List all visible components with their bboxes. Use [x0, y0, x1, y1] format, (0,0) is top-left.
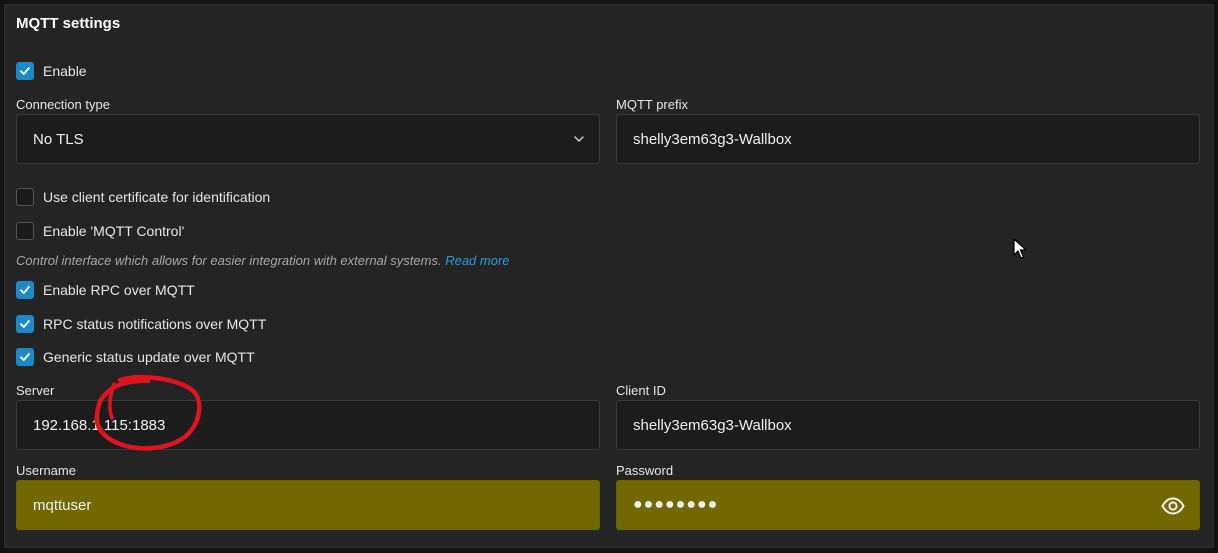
mqtt-control-hint: Control interface which allows for easie…	[16, 253, 510, 268]
username-input[interactable]: mqttuser	[16, 480, 600, 530]
checkbox-box[interactable]	[16, 348, 34, 366]
client-id-input[interactable]: shelly3em63g3-Wallbox	[616, 400, 1200, 450]
password-input[interactable]: ●●●●●●●●	[616, 480, 1200, 530]
connection-type-value: No TLS	[33, 130, 84, 148]
connection-type-label: Connection type	[16, 97, 110, 112]
mqtt-control-checkbox[interactable]: Enable 'MQTT Control'	[16, 222, 184, 240]
enable-checkbox[interactable]: Enable	[16, 62, 87, 80]
server-label: Server	[16, 383, 55, 398]
mqtt-settings-panel: MQTT settings Enable Connection type No …	[4, 4, 1214, 548]
mouse-cursor-icon	[1013, 238, 1027, 259]
chevron-down-icon	[574, 136, 584, 142]
mqtt-prefix-label: MQTT prefix	[616, 97, 688, 112]
rpc-over-mqtt-checkbox[interactable]: Enable RPC over MQTT	[16, 281, 195, 299]
check-icon	[20, 353, 30, 361]
connection-type-select[interactable]: No TLS	[16, 114, 600, 164]
check-icon	[20, 67, 30, 75]
generic-status-label: Generic status update over MQTT	[43, 349, 255, 365]
rpc-status-checkbox[interactable]: RPC status notifications over MQTT	[16, 315, 266, 333]
mqtt-control-label: Enable 'MQTT Control'	[43, 223, 185, 239]
mqtt-prefix-input[interactable]: shelly3em63g3-Wallbox	[616, 114, 1200, 164]
username-value: mqttuser	[33, 496, 92, 514]
read-more-link[interactable]: Read more	[445, 253, 509, 268]
checkbox-box[interactable]	[16, 281, 34, 299]
eye-icon[interactable]	[1161, 494, 1185, 518]
rpc-over-mqtt-label: Enable RPC over MQTT	[43, 282, 195, 298]
generic-status-checkbox[interactable]: Generic status update over MQTT	[16, 348, 255, 366]
page-title: MQTT settings	[16, 15, 121, 32]
check-icon	[20, 286, 30, 294]
hint-text: Control interface which allows for easie…	[16, 253, 442, 268]
checkbox-box[interactable]	[16, 222, 34, 240]
username-label: Username	[16, 463, 76, 478]
password-value: ●●●●●●●●	[633, 496, 719, 513]
check-icon	[20, 320, 30, 328]
checkbox-box[interactable]	[16, 315, 34, 333]
enable-label: Enable	[43, 63, 87, 79]
client-id-label: Client ID	[616, 383, 666, 398]
client-cert-checkbox[interactable]: Use client certificate for identificatio…	[16, 188, 270, 206]
red-annotation-scribble	[94, 375, 202, 451]
client-cert-label: Use client certificate for identificatio…	[43, 189, 271, 205]
rpc-status-label: RPC status notifications over MQTT	[43, 316, 267, 332]
password-label: Password	[616, 463, 674, 478]
mqtt-prefix-value: shelly3em63g3-Wallbox	[633, 130, 792, 148]
client-id-value: shelly3em63g3-Wallbox	[633, 416, 792, 434]
checkbox-box[interactable]	[16, 188, 34, 206]
checkbox-box[interactable]	[16, 62, 34, 80]
